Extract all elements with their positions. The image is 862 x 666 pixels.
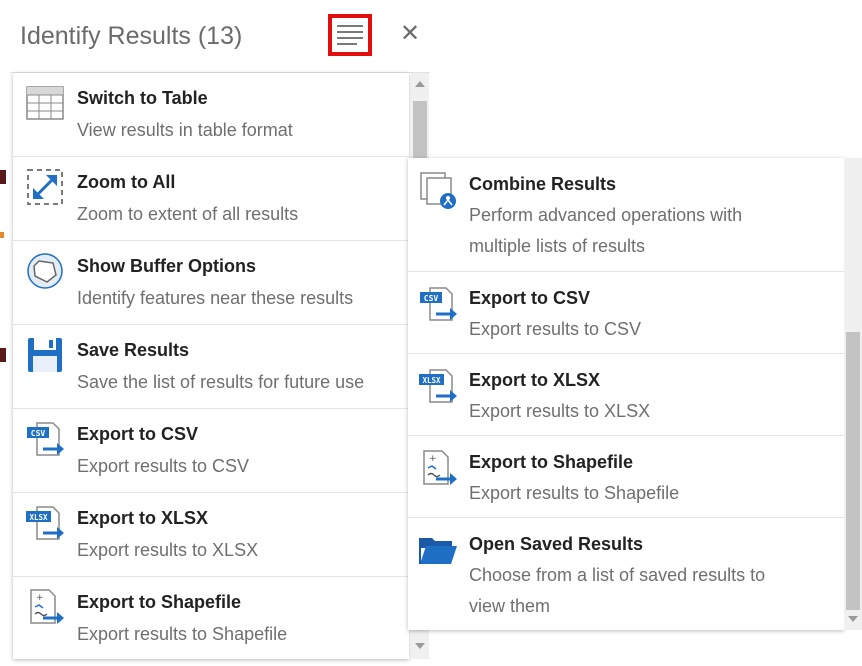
hamburger-icon xyxy=(337,25,363,45)
xlsx-export-icon: XLSX xyxy=(419,369,457,403)
shapefile-export-icon: + xyxy=(423,450,457,485)
menu-item-title: Export to XLSX xyxy=(77,508,209,528)
folder-open-icon xyxy=(419,538,457,564)
background-map-fragment xyxy=(0,232,4,238)
menu-item-export-xlsx[interactable]: XLSX Export to XLSX Export results to XL… xyxy=(13,493,409,577)
svg-text:CSV: CSV xyxy=(424,294,439,303)
scroll-down-arrow-icon[interactable] xyxy=(848,616,858,622)
menu-item-description: Zoom to extent of all results xyxy=(77,204,299,224)
options-submenu: Combine Results Perform advanced operati… xyxy=(408,158,844,630)
svg-text:XLSX: XLSX xyxy=(422,376,441,385)
menu-item-export-csv[interactable]: CSV Export to CSV Export results to CSV xyxy=(13,409,409,493)
menu-item-description: Identify features near these results xyxy=(77,288,354,308)
menu-item-title: Zoom to All xyxy=(77,172,176,192)
combine-results-icon xyxy=(420,172,456,209)
menu-item-description-line: multiple lists of results xyxy=(469,236,646,256)
menu-item-description: Choose from a list of saved results to v… xyxy=(469,560,765,622)
close-button[interactable]: ✕ xyxy=(398,22,422,46)
menu-item-title: Export to CSV xyxy=(469,288,591,308)
menu-item-description: Export results to XLSX xyxy=(77,540,259,560)
menu-item-switch-to-table[interactable]: Switch to Table View results in table fo… xyxy=(13,73,409,157)
close-icon: ✕ xyxy=(399,20,421,47)
menu-item-title: Export to Shapefile xyxy=(77,592,242,612)
background-map-fragment xyxy=(0,170,6,184)
menu-item-show-buffer-options[interactable]: Show Buffer Options Identify features ne… xyxy=(13,241,409,325)
svg-text:+: + xyxy=(429,454,437,464)
menu-item-export-shapefile[interactable]: + Export to Shapefile Export results to … xyxy=(13,577,409,659)
svg-text:CSV: CSV xyxy=(31,429,46,438)
csv-export-icon: CSV xyxy=(420,287,457,321)
panel-title: Identify Results (13) xyxy=(20,22,243,50)
menu-item-description-line: view them xyxy=(469,596,551,616)
background-map-fragment xyxy=(0,348,6,362)
xlsx-export-icon: XLSX xyxy=(26,506,64,540)
menu-item-open-saved-results[interactable]: Open Saved Results Choose from a list of… xyxy=(408,518,844,630)
options-menu: Switch to Table View results in table fo… xyxy=(13,73,409,659)
menu-item-description: Export results to CSV xyxy=(77,456,250,476)
menu-item-description-line: Choose from a list of saved results to xyxy=(469,565,766,585)
table-icon xyxy=(26,86,64,120)
menu-item-export-xlsx[interactable]: XLSX Export to XLSX Export results to XL… xyxy=(408,354,844,436)
csv-export-icon: CSV xyxy=(27,422,64,456)
save-icon xyxy=(28,338,62,372)
options-menu-button[interactable] xyxy=(328,14,372,56)
right-menu-scroll-thumb[interactable] xyxy=(846,332,860,610)
shapefile-export-icon: + xyxy=(30,589,64,624)
menu-item-title: Export to Shapefile xyxy=(469,452,634,472)
menu-item-description: Save the list of results for future use xyxy=(77,372,365,392)
menu-item-description: Perform advanced operations with multipl… xyxy=(469,200,742,262)
menu-item-description: Export results to Shapefile xyxy=(77,624,288,644)
menu-item-title: Combine Results xyxy=(469,174,617,194)
menu-item-title: Save Results xyxy=(77,340,190,360)
menu-item-description: Export results to CSV xyxy=(469,319,642,339)
svg-text:XLSX: XLSX xyxy=(29,513,48,522)
scroll-down-arrow-icon[interactable] xyxy=(415,643,425,649)
menu-item-title: Show Buffer Options xyxy=(77,256,256,276)
svg-text:+: + xyxy=(36,593,44,603)
menu-item-zoom-to-all[interactable]: Zoom to All Zoom to extent of all result… xyxy=(13,157,409,241)
menu-item-export-csv[interactable]: CSV Export to CSV Export results to CSV xyxy=(408,272,844,354)
zoom-extent-icon xyxy=(27,169,63,205)
menu-item-title: Export to CSV xyxy=(77,424,199,444)
menu-item-export-shapefile[interactable]: + Export to Shapefile Export results to … xyxy=(408,436,844,518)
menu-item-description: Export results to Shapefile xyxy=(469,483,680,503)
menu-item-title: Switch to Table xyxy=(77,88,208,108)
menu-item-title: Export to XLSX xyxy=(469,370,601,390)
menu-item-description: View results in table format xyxy=(77,120,293,140)
menu-item-combine-results[interactable]: Combine Results Perform advanced operati… xyxy=(408,158,844,272)
right-menu-scrollbar[interactable] xyxy=(844,158,862,630)
scroll-up-arrow-icon[interactable] xyxy=(415,81,425,87)
menu-item-description-line: Perform advanced operations with xyxy=(469,205,743,225)
panel-header: Identify Results (13) ✕ xyxy=(10,10,430,73)
menu-item-save-results[interactable]: Save Results Save the list of results fo… xyxy=(13,325,409,409)
buffer-icon xyxy=(27,253,63,289)
menu-item-description: Export results to XLSX xyxy=(469,401,651,421)
menu-item-title: Open Saved Results xyxy=(469,534,644,554)
